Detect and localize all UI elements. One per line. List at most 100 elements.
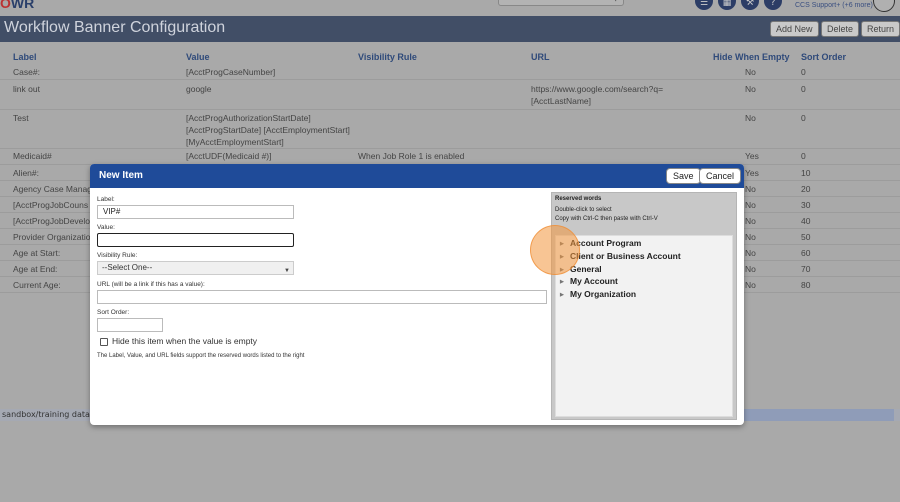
logo-text: WR bbox=[10, 0, 35, 11]
row-hide: No bbox=[745, 67, 756, 77]
url-field-label: URL (will be a link if this has a value)… bbox=[97, 281, 205, 288]
top-bar: OWR ⚲ ☰ ▦ ⚒ ? CCS Support+ (+6 more) bbox=[0, 0, 900, 16]
reserved-words-hint-2: Copy with Ctrl-C then paste with Ctrl-V bbox=[555, 216, 658, 222]
sort-order-field[interactable] bbox=[97, 318, 163, 332]
row-hide: No bbox=[745, 200, 756, 210]
dialog-title: New Item bbox=[99, 170, 143, 181]
visibility-rule-select[interactable]: --Select One-- ▼ bbox=[97, 261, 294, 275]
row-value-line2: [AcctProgStartDate] [AcctEmploymentStart… bbox=[186, 125, 350, 135]
expand-triangle-icon[interactable]: ▶ bbox=[560, 279, 570, 285]
tree-node-my-account[interactable]: ▶ My Account bbox=[560, 276, 618, 286]
expand-triangle-icon[interactable]: ▶ bbox=[560, 292, 570, 298]
value-field[interactable] bbox=[97, 233, 294, 247]
support-link[interactable]: CCS Support+ (+6 more) bbox=[795, 2, 873, 9]
row-label: [AcctProgJobDevelo bbox=[13, 216, 91, 226]
add-new-button[interactable]: Add New bbox=[770, 21, 819, 37]
visibility-rule-label: Visibility Rule: bbox=[97, 252, 138, 259]
hide-when-empty-checkbox[interactable] bbox=[100, 338, 108, 346]
row-sort: 60 bbox=[801, 248, 811, 258]
page-header: Workflow Banner Configuration Add New De… bbox=[0, 16, 900, 42]
expand-triangle-icon[interactable]: ▶ bbox=[560, 267, 570, 273]
row-hide: No bbox=[745, 84, 756, 94]
row-hide: Yes bbox=[745, 151, 759, 161]
label-field[interactable]: VIP# bbox=[97, 205, 294, 219]
row-visibility-rule: When Job Role 1 is enabled bbox=[358, 151, 465, 161]
app-logo[interactable]: OWR bbox=[0, 0, 34, 11]
reserved-words-title: Reserved words bbox=[555, 196, 602, 202]
expand-triangle-icon[interactable]: ▶ bbox=[560, 254, 570, 260]
row-sort: 50 bbox=[801, 232, 811, 242]
url-field[interactable] bbox=[97, 290, 547, 304]
row-url-cont[interactable]: [AcctLastName] bbox=[531, 95, 591, 107]
sort-order-label: Sort Order: bbox=[97, 309, 130, 316]
reserved-words-panel: Reserved words Double-click to select Co… bbox=[551, 192, 737, 420]
value-field-label: Value: bbox=[97, 224, 115, 231]
row-sort: 40 bbox=[801, 216, 811, 226]
row-label: Current Age: bbox=[13, 280, 61, 290]
row-label: Age at Start: bbox=[13, 248, 61, 258]
row-sort: 0 bbox=[801, 67, 806, 77]
row-label: link out bbox=[13, 84, 40, 94]
row-value: [AcctProgAuthorizationStartDate] bbox=[186, 113, 311, 123]
row-value: [AcctUDF(Medicaid #)] bbox=[186, 151, 272, 161]
delete-button[interactable]: Delete bbox=[821, 21, 860, 37]
row-label: Medicaid# bbox=[13, 151, 52, 161]
list-icon[interactable]: ☰ bbox=[695, 0, 713, 10]
page-title: Workflow Banner Configuration bbox=[4, 19, 226, 36]
row-label: Agency Case Manag bbox=[13, 184, 92, 194]
dialog-header: New Item Save Cancel bbox=[90, 164, 744, 188]
new-item-dialog: New Item Save Cancel Label: VIP# Value: … bbox=[90, 164, 744, 425]
column-header-sort-order[interactable]: Sort Order bbox=[801, 52, 846, 62]
row-hide: No bbox=[745, 280, 756, 290]
tree-node-account-program[interactable]: ▶ Account Program bbox=[560, 238, 641, 248]
row-sort: 0 bbox=[801, 151, 806, 161]
row-sort: 0 bbox=[801, 113, 806, 123]
environment-label: sandbox/training datab bbox=[2, 410, 96, 419]
chevron-down-icon: ▼ bbox=[284, 268, 290, 274]
row-sort: 80 bbox=[801, 280, 811, 290]
search-icon[interactable]: ⚲ bbox=[612, 0, 619, 3]
row-label: Test bbox=[13, 113, 29, 123]
visibility-rule-selected: --Select One-- bbox=[102, 263, 153, 272]
row-value: [AcctProgCaseNumber] bbox=[186, 67, 276, 77]
global-search-input[interactable]: ⚲ bbox=[498, 0, 624, 6]
row-label: [AcctProgJobCouns bbox=[13, 200, 89, 210]
column-header-value[interactable]: Value bbox=[186, 52, 210, 62]
column-header-hide-when-empty[interactable]: Hide When Empty bbox=[713, 52, 790, 62]
reserved-words-hint-1: Double-click to select bbox=[555, 207, 612, 213]
table-row[interactable]: Test [AcctProgAuthorizationStartDate] [A… bbox=[0, 110, 900, 149]
save-button[interactable]: Save bbox=[666, 168, 701, 184]
help-text: The Label, Value, and URL fields support… bbox=[97, 353, 305, 359]
row-hide: No bbox=[745, 216, 756, 226]
reserved-words-tree: ▶ Account Program ▶ Client or Business Acc… bbox=[555, 235, 733, 417]
table-row[interactable]: link out google https://www.google.com/s… bbox=[0, 80, 900, 110]
tree-node-my-organization[interactable]: ▶ My Organization bbox=[560, 289, 636, 299]
help-icon[interactable]: ? bbox=[764, 0, 782, 10]
cancel-button[interactable]: Cancel bbox=[699, 168, 742, 184]
row-sort: 0 bbox=[801, 84, 806, 94]
row-value: google bbox=[186, 84, 212, 94]
row-value-line3: [MyAcctEmploymentStart] bbox=[186, 137, 284, 147]
row-url[interactable]: https://www.google.com/search?q= bbox=[531, 83, 663, 95]
row-hide: Yes bbox=[745, 168, 759, 178]
label-field-label: Label: bbox=[97, 196, 115, 203]
table-row[interactable]: Case#: [AcctProgCaseNumber] No 0 bbox=[0, 63, 900, 80]
return-button[interactable]: Return bbox=[861, 21, 900, 37]
row-hide: No bbox=[745, 232, 756, 242]
tree-node-general[interactable]: ▶ General bbox=[560, 264, 602, 274]
tools-icon[interactable]: ⚒ bbox=[741, 0, 759, 10]
expand-triangle-icon[interactable]: ▶ bbox=[560, 241, 570, 247]
user-avatar[interactable] bbox=[873, 0, 895, 12]
row-sort: 20 bbox=[801, 184, 811, 194]
row-hide: No bbox=[745, 184, 756, 194]
logo-mark: O bbox=[0, 0, 11, 11]
column-header-visibility-rule[interactable]: Visibility Rule bbox=[358, 52, 417, 62]
column-header-label[interactable]: Label bbox=[13, 52, 37, 62]
table-row[interactable]: Medicaid# [AcctUDF(Medicaid #)] When Job… bbox=[0, 149, 900, 165]
calendar-icon[interactable]: ▦ bbox=[718, 0, 736, 10]
tree-node-client-or-business-account[interactable]: ▶ Client or Business Account bbox=[560, 251, 681, 261]
row-sort: 10 bbox=[801, 168, 811, 178]
column-header-url[interactable]: URL bbox=[531, 52, 550, 62]
row-hide: No bbox=[745, 264, 756, 274]
hide-when-empty-label[interactable]: Hide this item when the value is empty bbox=[112, 336, 257, 346]
